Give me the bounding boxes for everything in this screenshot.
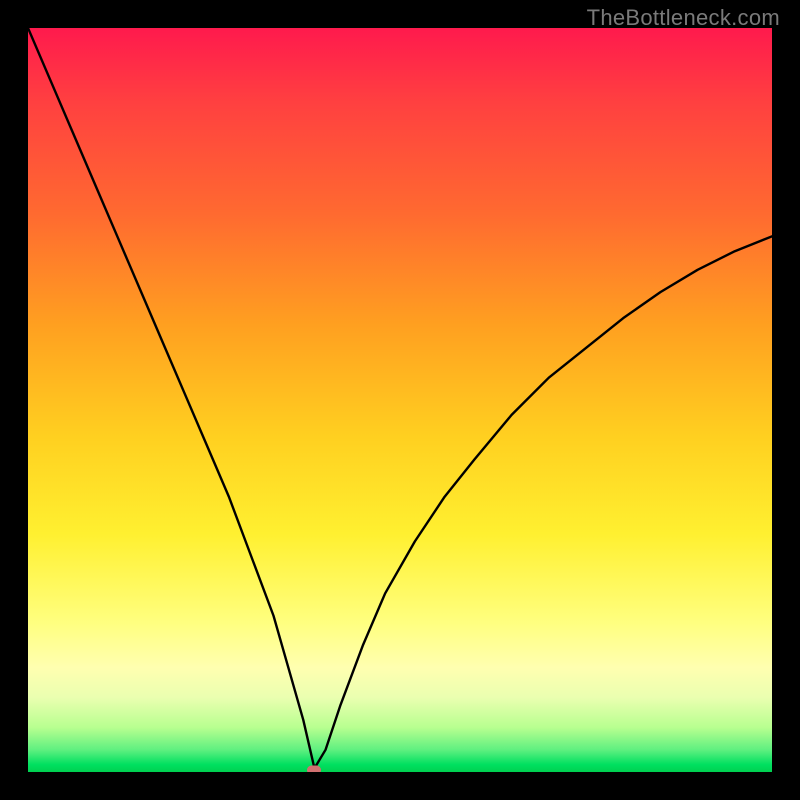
plot-area — [28, 28, 772, 772]
optimal-point-marker — [307, 765, 321, 772]
bottleneck-curve — [28, 28, 772, 772]
chart-frame: TheBottleneck.com — [0, 0, 800, 800]
